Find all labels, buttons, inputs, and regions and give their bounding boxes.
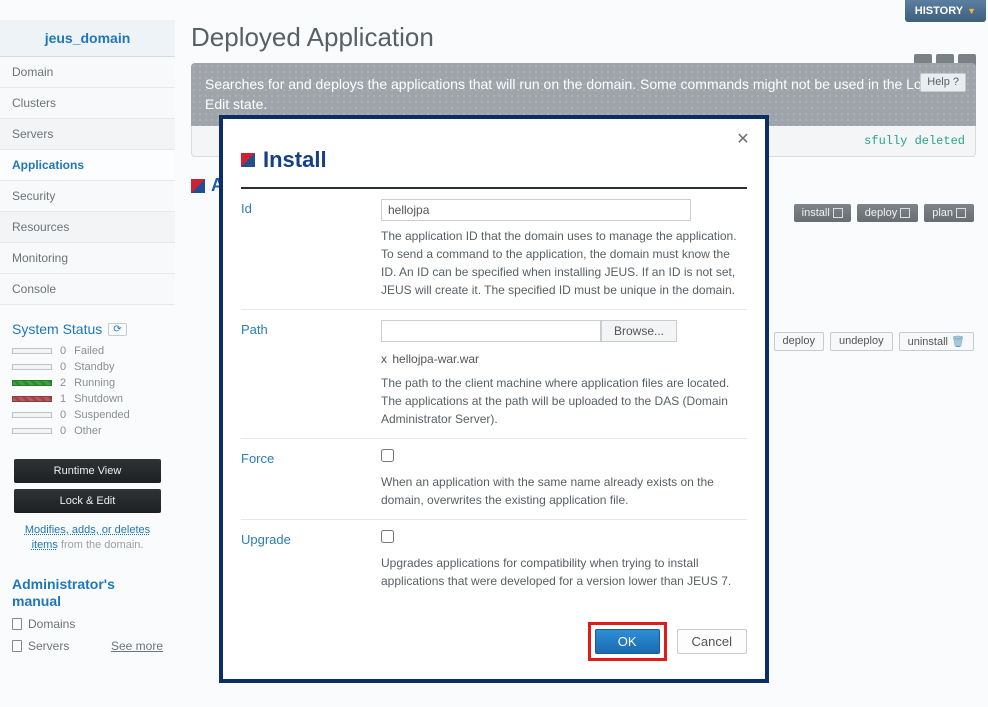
browse-button[interactable]: Browse... <box>601 320 677 342</box>
modal-title-icon <box>241 153 255 167</box>
modal-actions: OK Cancel <box>241 622 747 661</box>
row-path: Path Browse... x hellojpa-war.war The pa… <box>241 310 747 439</box>
id-help: The application ID that the domain uses … <box>381 227 747 299</box>
row-id: Id The application ID that the domain us… <box>241 189 747 310</box>
path-help: The path to the client machine where app… <box>381 374 747 428</box>
path-input[interactable] <box>381 320 601 342</box>
force-checkbox[interactable] <box>381 449 394 462</box>
remove-file-icon[interactable]: x <box>381 352 387 366</box>
selected-file: x hellojpa-war.war <box>381 346 747 374</box>
cancel-button[interactable]: Cancel <box>677 629 747 654</box>
id-label: Id <box>241 199 381 299</box>
upgrade-help: Upgrades applications for compatibility … <box>381 554 747 590</box>
ok-button[interactable]: OK <box>595 629 660 654</box>
upgrade-checkbox[interactable] <box>381 530 394 543</box>
id-input[interactable] <box>381 199 691 221</box>
row-upgrade: Upgrade Upgrades applications for compat… <box>241 520 747 600</box>
install-modal: ✕ Install Id The application ID that the… <box>219 115 769 683</box>
modal-title: Install <box>263 147 327 173</box>
force-label: Force <box>241 449 381 509</box>
row-force: Force When an application with the same … <box>241 439 747 520</box>
close-icon[interactable]: ✕ <box>735 131 751 147</box>
ok-highlight: OK <box>588 622 667 661</box>
path-label: Path <box>241 320 381 428</box>
upgrade-label: Upgrade <box>241 530 381 590</box>
force-help: When an application with the same name a… <box>381 473 747 509</box>
modal-backdrop: ✕ Install Id The application ID that the… <box>0 0 988 707</box>
